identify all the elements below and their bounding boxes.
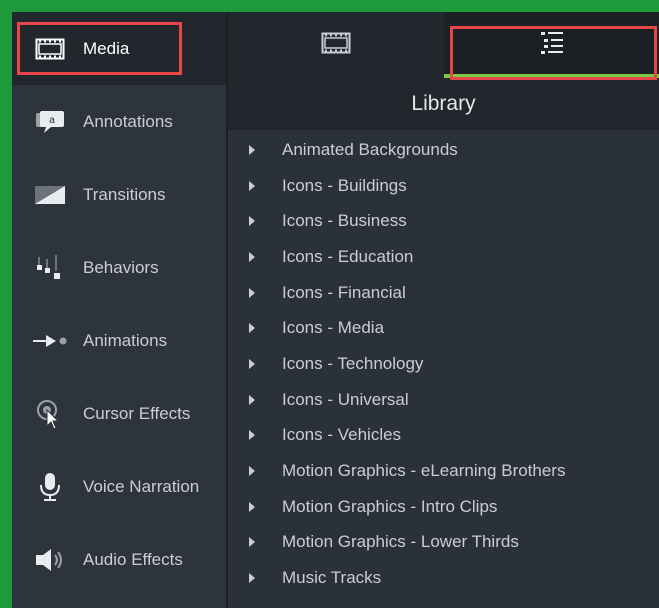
sidebar: Media a Annotations Transitions Behavior…: [12, 12, 226, 608]
annotation-icon: a: [32, 107, 68, 137]
library-title: Library: [228, 78, 659, 130]
sidebar-item-label: Voice Narration: [83, 476, 200, 496]
list-item[interactable]: Icons - Education: [228, 239, 659, 275]
tab-media-bin[interactable]: [228, 12, 443, 78]
list-item[interactable]: Motion Graphics - Lower Thirds: [228, 525, 659, 561]
svg-text:a: a: [49, 115, 55, 126]
expand-arrow-icon[interactable]: [249, 180, 255, 191]
list-item[interactable]: Motion Graphics - eLearning Brothers: [228, 453, 659, 489]
expand-arrow-icon[interactable]: [249, 573, 255, 584]
list-item[interactable]: Icons - Media: [228, 310, 659, 346]
list-item[interactable]: Icons - Universal: [228, 382, 659, 418]
film-icon: [321, 32, 351, 59]
sidebar-item-media[interactable]: Media: [12, 12, 226, 85]
list-item[interactable]: Animated Backgrounds: [228, 132, 659, 168]
microphone-icon: [32, 472, 68, 502]
sidebar-item-behaviors[interactable]: Behaviors: [12, 231, 226, 304]
expand-arrow-icon[interactable]: [249, 287, 255, 298]
cursor-effect-icon: [32, 399, 68, 430]
camtasia-panel: Media a Annotations Transitions Behavior…: [12, 12, 659, 608]
tab-bar: [228, 12, 659, 78]
sidebar-item-label: Animations: [83, 330, 168, 350]
sidebar-item-animations[interactable]: Animations: [12, 304, 226, 377]
expand-arrow-icon[interactable]: [249, 251, 255, 262]
behaviors-icon: [32, 253, 68, 283]
transition-icon: [32, 180, 68, 210]
sidebar-item-label: Media: [83, 38, 130, 58]
sidebar-item-annotations[interactable]: a Annotations: [12, 85, 226, 158]
sidebar-item-cursor-effects[interactable]: Cursor Effects: [12, 377, 226, 450]
list-item[interactable]: Music Tracks: [228, 560, 659, 596]
list-item[interactable]: Icons - Business: [228, 203, 659, 239]
list-item[interactable]: Icons - Buildings: [228, 168, 659, 204]
expand-arrow-icon[interactable]: [249, 394, 255, 405]
sidebar-item-voice-narration[interactable]: Voice Narration: [12, 450, 226, 523]
expand-arrow-icon[interactable]: [249, 501, 255, 512]
expand-arrow-icon[interactable]: [249, 537, 255, 548]
sidebar-item-label: Audio Effects: [83, 549, 183, 569]
sidebar-item-label: Transitions: [83, 184, 166, 204]
library-list: Animated Backgrounds Icons - Buildings I…: [228, 132, 659, 596]
sidebar-item-transitions[interactable]: Transitions: [12, 158, 226, 231]
sidebar-item-audio-effects[interactable]: Audio Effects: [12, 523, 226, 596]
speaker-icon: [32, 545, 68, 575]
list-item[interactable]: Motion Graphics - Intro Clips: [228, 489, 659, 525]
expand-arrow-icon[interactable]: [249, 358, 255, 369]
list-icon: [539, 30, 565, 61]
list-item[interactable]: Icons - Vehicles: [228, 418, 659, 454]
sidebar-item-label: Behaviors: [83, 257, 159, 277]
expand-arrow-icon[interactable]: [249, 144, 255, 155]
expand-arrow-icon[interactable]: [249, 216, 255, 227]
expand-arrow-icon[interactable]: [249, 430, 255, 441]
animation-arrow-icon: [32, 326, 68, 356]
sidebar-item-label: Cursor Effects: [83, 403, 191, 423]
library-panel: Library Animated Backgrounds Icons - Bui…: [228, 12, 659, 608]
tab-library[interactable]: [444, 12, 659, 78]
list-item[interactable]: Icons - Technology: [228, 346, 659, 382]
list-item[interactable]: Icons - Financial: [228, 275, 659, 311]
sidebar-item-label: Annotations: [83, 111, 173, 131]
film-icon: [32, 34, 68, 64]
expand-arrow-icon[interactable]: [249, 323, 255, 334]
expand-arrow-icon[interactable]: [249, 466, 255, 477]
